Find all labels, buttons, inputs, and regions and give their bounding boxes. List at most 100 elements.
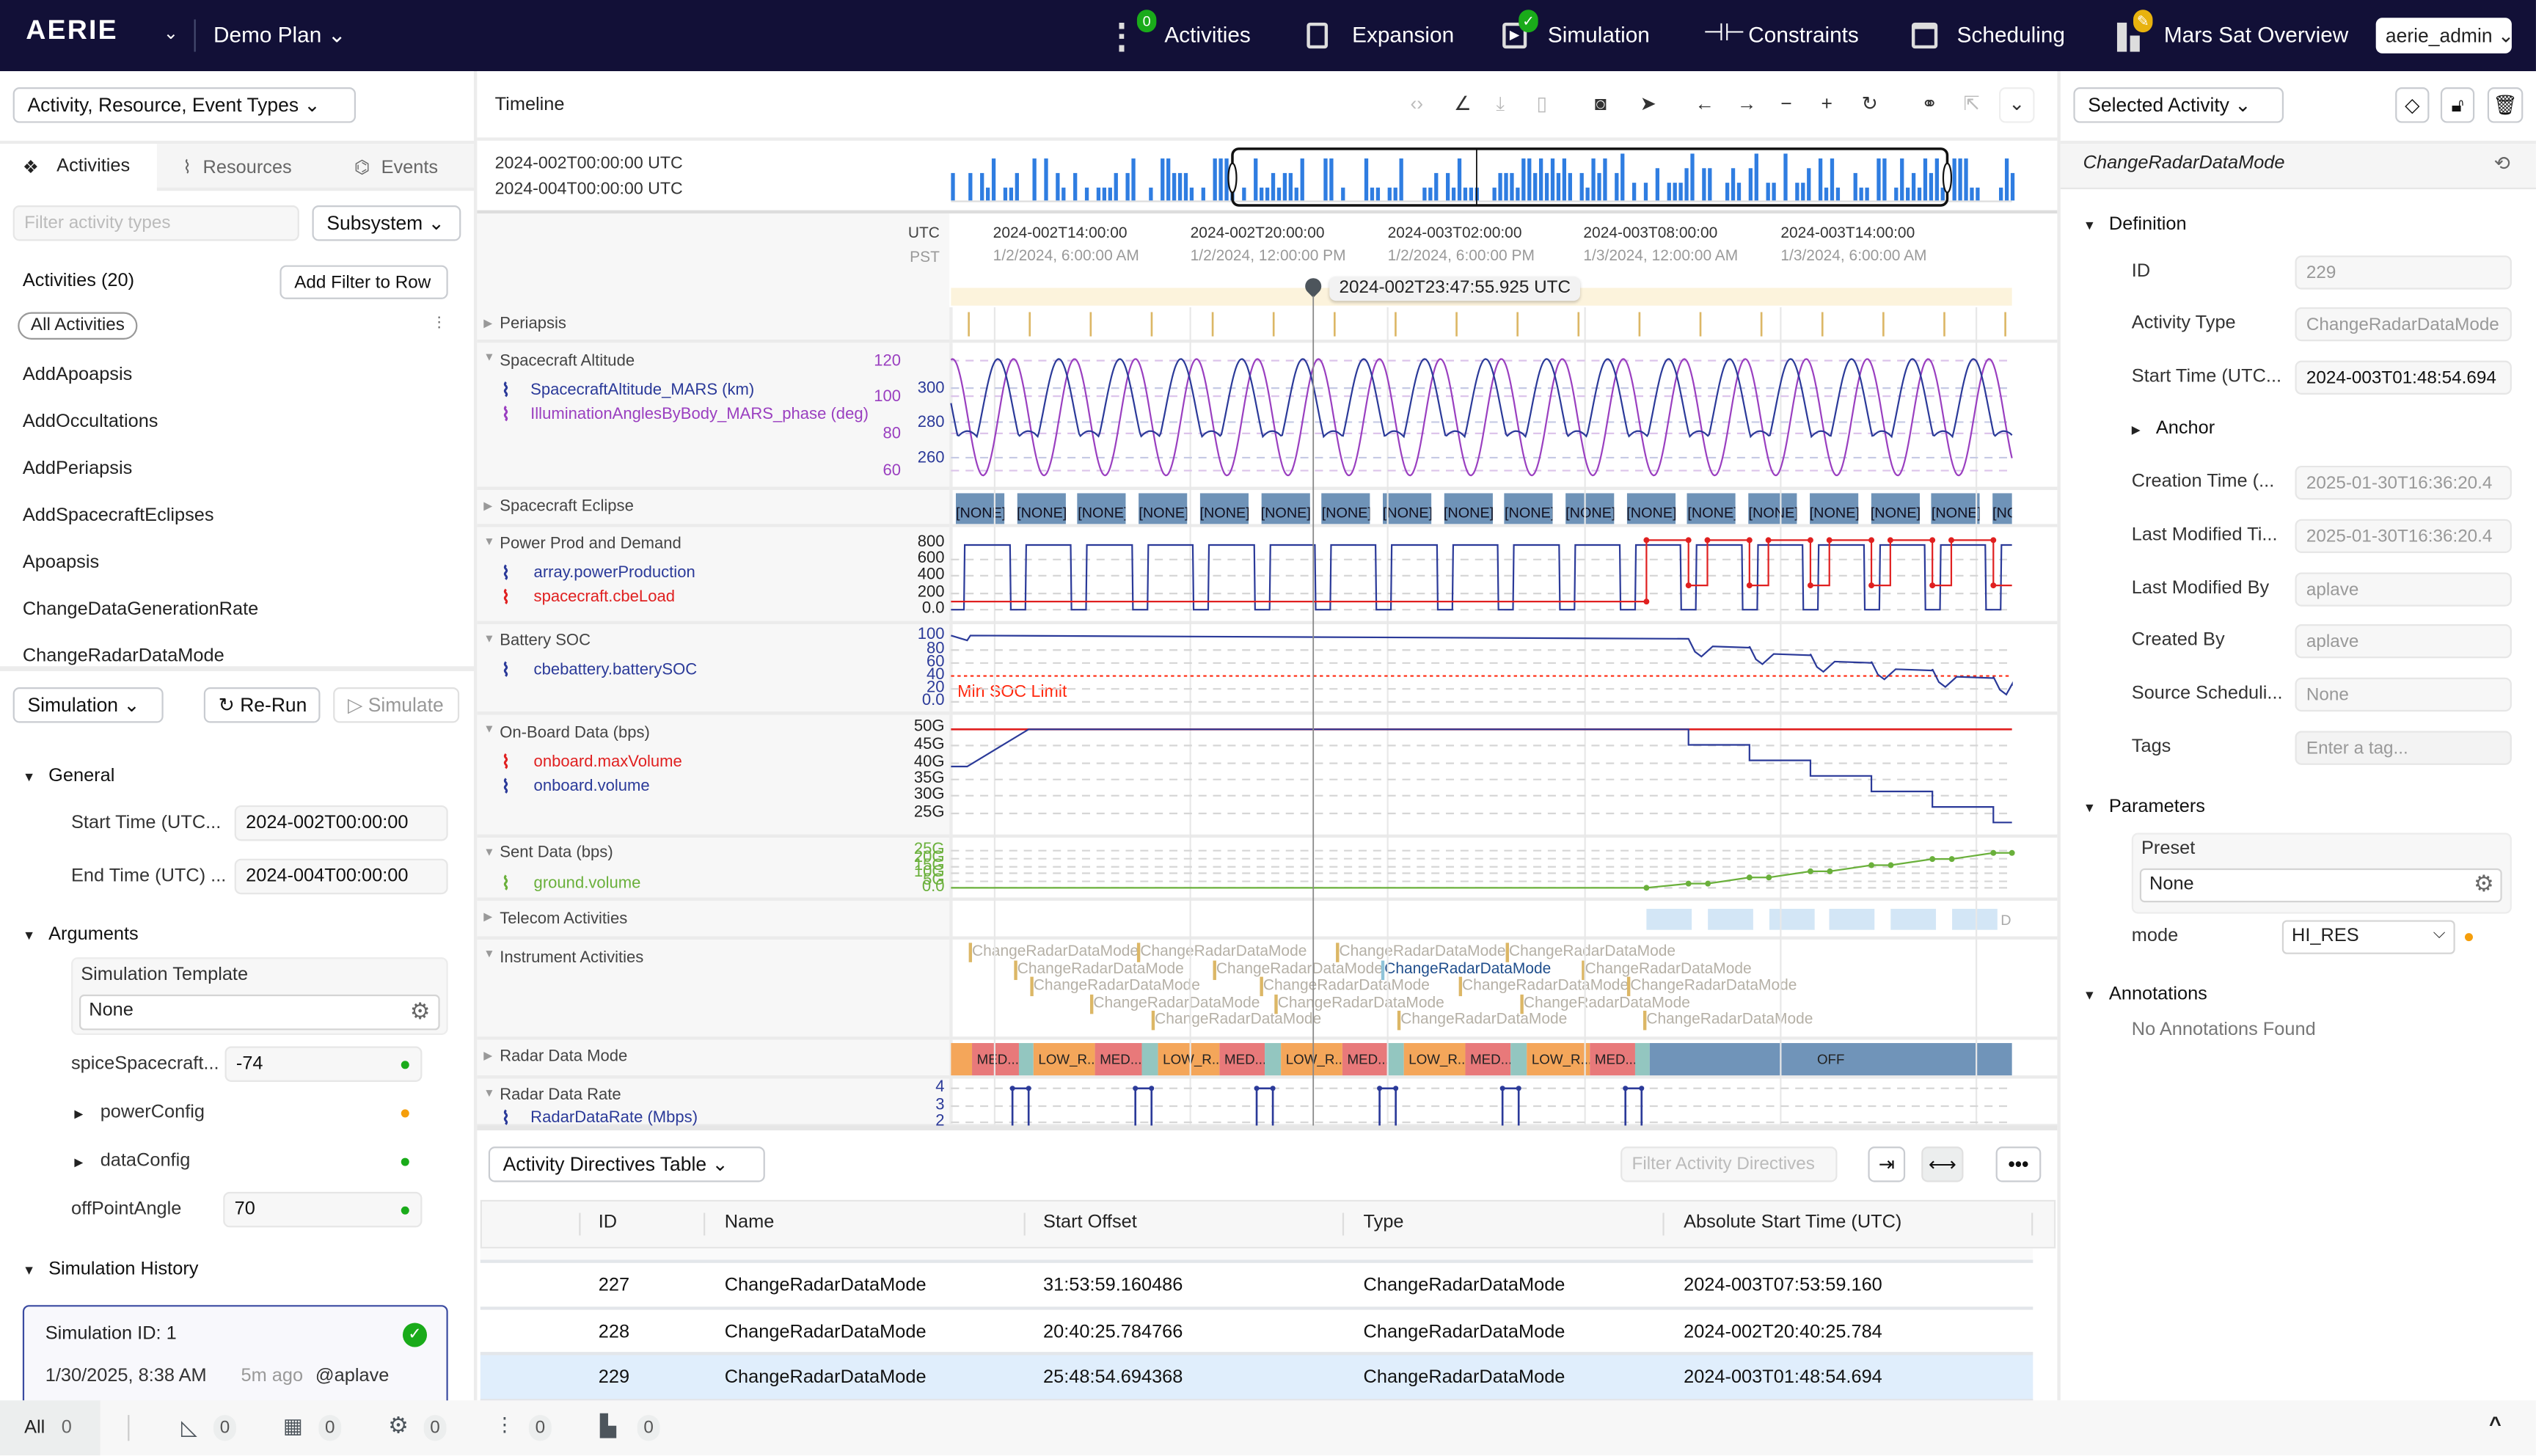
telecom-activity[interactable] <box>1646 909 1692 930</box>
eclipse-block[interactable]: [NONE] <box>1078 493 1127 524</box>
field-input[interactable]: None <box>2295 677 2512 712</box>
collapse-icon[interactable]: ▼ <box>23 1263 35 1278</box>
activity-directive[interactable]: ChangeRadarDataMode <box>1384 959 1551 977</box>
row-title[interactable]: Spacecraft Altitude <box>500 353 635 370</box>
activity-directive-tick[interactable] <box>968 943 971 962</box>
row-title[interactable]: Sent Data (bps) <box>500 844 613 862</box>
activity-directive-tick[interactable] <box>1089 993 1093 1014</box>
drag-handle-icon[interactable]: ⋮ <box>432 314 447 332</box>
activity-directive-tick[interactable] <box>1014 959 1017 979</box>
collapse-toggle-icon[interactable]: ▼ <box>483 725 494 736</box>
list-item[interactable]: AddSpacecraftEclipses <box>23 506 214 525</box>
row-title[interactable]: Instrument Activities <box>500 949 643 967</box>
unlock-icon[interactable]: 🔓︎ <box>2440 87 2475 123</box>
constraint-violations-icon[interactable]: ◺ <box>181 1415 197 1441</box>
chart-bar-icon[interactable]: ▙ <box>600 1413 616 1439</box>
tab-resources[interactable]: ⌇ Resources <box>183 157 292 178</box>
collapse-toggle-icon[interactable]: ▼ <box>483 634 494 645</box>
activity-directive[interactable]: ChangeRadarDataMode <box>1017 959 1184 977</box>
column-header[interactable]: ID <box>599 1213 617 1232</box>
collapse-toggle-icon[interactable]: ▼ <box>483 847 494 858</box>
list-item[interactable]: ChangeRadarDataMode <box>23 647 224 666</box>
row-title[interactable]: Periapsis <box>500 315 566 333</box>
expand-icon[interactable]: ▶ <box>2132 424 2141 436</box>
legend-item[interactable]: onboard.maxVolume <box>534 753 682 771</box>
timeline-row-plot-bg[interactable] <box>949 714 2058 838</box>
activity-directive[interactable]: ChangeRadarDataMode <box>972 943 1139 960</box>
telecom-activity[interactable] <box>1769 909 1815 930</box>
eclipse-block[interactable]: [NONE] <box>955 493 1005 524</box>
download-icon[interactable]: ⤓ <box>1496 92 1505 117</box>
chevron-up-icon[interactable]: ^ <box>2489 1412 2502 1436</box>
calendar-icon[interactable]: ▦ <box>283 1413 303 1439</box>
gear-icon[interactable]: ⚙ <box>410 998 431 1025</box>
activity-directive[interactable]: ChangeRadarDataMode <box>1509 943 1676 960</box>
telecom-activity[interactable] <box>1708 909 1753 930</box>
gear-icon[interactable]: ⚙ <box>388 1412 409 1439</box>
user-menu[interactable]: aerie_admin ⌄ <box>2375 18 2514 54</box>
eclipse-block[interactable]: [NONE] <box>1443 493 1493 524</box>
unlink-icon[interactable]: ⇱ <box>1964 92 1980 115</box>
radar-mode-block[interactable] <box>1265 1043 1282 1076</box>
row-title[interactable]: Battery SOC <box>500 632 591 650</box>
eclipse-block[interactable]: [NONE] <box>1321 493 1370 524</box>
zoom-out-icon[interactable]: − <box>1780 92 1791 115</box>
radar-mode-block[interactable] <box>1141 1043 1158 1076</box>
legend-item[interactable]: IlluminationAnglesByBody_MARS_phase (deg… <box>530 406 869 423</box>
parameters-title[interactable]: Parameters <box>2109 797 2205 816</box>
legend-item[interactable]: array.powerProduction <box>534 564 695 582</box>
radar-mode-block[interactable]: MED... <box>1465 1043 1511 1076</box>
column-separator[interactable] <box>1023 1212 1026 1236</box>
activity-directive[interactable]: ChangeRadarDataMode <box>1646 1011 1813 1028</box>
eclipse-block[interactable]: [NONE] <box>1931 493 1980 524</box>
selected-activity-dropdown[interactable]: Selected Activity ⌄ <box>2073 87 2284 123</box>
collapse-icon[interactable]: ▼ <box>23 928 35 943</box>
activity-directive-tick[interactable] <box>1213 959 1216 979</box>
activity-directive[interactable]: ChangeRadarDataMode <box>1524 994 1690 1011</box>
mode-select[interactable]: HI_RES ⌵ <box>2281 920 2455 954</box>
timeline-row-plot-bg[interactable] <box>949 307 2058 343</box>
activity-directive-tick[interactable] <box>1260 976 1262 997</box>
legend-item[interactable]: SpacecraftAltitude_MARS (km) <box>530 381 754 399</box>
activity-directive[interactable]: ChangeRadarDataMode <box>1339 943 1505 960</box>
eclipse-block[interactable]: [NONE] <box>1748 493 1797 524</box>
gear-icon[interactable]: ⚙ <box>2474 870 2494 897</box>
anchor-title[interactable]: Anchor <box>2156 419 2215 438</box>
activity-directive[interactable]: ChangeRadarDataMode <box>1034 977 1200 995</box>
radar-mode-block[interactable]: MED... <box>972 1043 1019 1076</box>
panel-divider[interactable] <box>2057 71 2061 1401</box>
arguments-section-title[interactable]: Arguments <box>48 925 139 944</box>
radar-mode-block[interactable]: MED... <box>1095 1043 1142 1076</box>
activity-directive[interactable]: ChangeRadarDataMode <box>1155 1011 1321 1028</box>
activities-icon[interactable]: ⋮ <box>495 1413 514 1436</box>
field-input[interactable]: 2025-01-30T16:36:20.4 <box>2295 519 2512 554</box>
arg-spice-input[interactable]: -74 <box>224 1046 423 1082</box>
arg-offpointangle-input[interactable]: 70 <box>223 1191 423 1228</box>
activity-directive[interactable]: ChangeRadarDataMode <box>1093 994 1260 1011</box>
expand-icon[interactable]: ▶ <box>74 1108 83 1120</box>
trash-icon[interactable]: 🗑︎ <box>2487 87 2524 123</box>
autosize-columns-icon[interactable]: ⟷ <box>1921 1146 1964 1182</box>
status-all-tab[interactable]: All 0 <box>0 1400 101 1456</box>
row-title[interactable]: Telecom Activities <box>500 910 627 928</box>
simulate-button[interactable]: ▷ Simulate <box>333 687 460 723</box>
collapse-icon[interactable]: ▼ <box>23 769 35 784</box>
plan-menu[interactable]: Demo Plan ⌄ <box>213 23 346 48</box>
legend-item[interactable]: spacecraft.cbeLoad <box>534 589 675 607</box>
column-settings-icon[interactable]: ⇥ <box>1868 1146 1906 1182</box>
activity-directive-tick[interactable] <box>1642 1010 1646 1031</box>
telecom-activity[interactable] <box>1890 909 1937 930</box>
legend-item[interactable]: ground.volume <box>534 875 641 893</box>
eclipse-block[interactable]: [NONE] <box>1139 493 1188 524</box>
collapse-icon[interactable]: ▼ <box>2083 988 2096 1003</box>
types-dropdown[interactable]: Activity, Resource, Event Types ⌄ <box>12 87 357 123</box>
all-activities-pill[interactable]: All Activities <box>18 312 138 340</box>
collapse-toggle-icon[interactable]: ▼ <box>483 353 494 364</box>
activity-directive[interactable]: ChangeRadarDataMode <box>1400 1011 1567 1028</box>
radar-mode-block[interactable] <box>1510 1043 1527 1076</box>
activity-directive[interactable]: ChangeRadarDataMode <box>1630 977 1797 995</box>
field-input[interactable]: 2025-01-30T16:36:20.4 <box>2295 465 2512 500</box>
filter-activity-directives-input[interactable]: Filter Activity Directives <box>1620 1146 1838 1182</box>
eclipse-block[interactable]: [NONE] <box>1870 493 1919 524</box>
radar-mode-block[interactable]: LOW_R... <box>1158 1043 1220 1076</box>
